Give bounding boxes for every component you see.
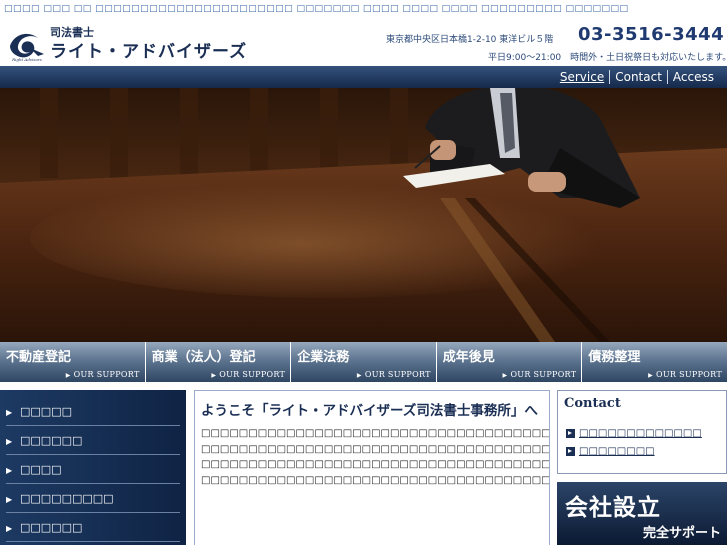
triangle-right-icon: ▶ <box>211 372 217 379</box>
triangle-right-icon: ▶ <box>356 372 362 379</box>
category-debt[interactable]: 債務整理 ▶ OUR SUPPORT <box>582 342 727 382</box>
main-content: ようこそ「ライト・アドバイザーズ司法書士事務所」へ □□□□□□□□□□□□□□… <box>194 390 550 545</box>
office-address: 東京都中央区日本橋1-2-10 東洋ビル５階 <box>386 35 554 45</box>
company-setup-banner[interactable]: 会社設立 完全サポート <box>557 482 727 545</box>
hero-image <box>0 88 727 342</box>
logo-tagline: Right Advisors <box>11 57 42 62</box>
contact-title: Contact <box>564 396 621 411</box>
contact-box: Contact □□□□□□□□□□□□□ □□□□□□□□ <box>557 390 727 474</box>
top-nav-bar: Service Contact Access <box>0 66 727 88</box>
category-sub: ▶ OUR SUPPORT <box>648 370 722 379</box>
category-sub: ▶ OUR SUPPORT <box>211 370 286 379</box>
arrow-box-icon <box>566 428 575 438</box>
category-sub: ▶ OUR SUPPORT <box>65 370 140 379</box>
contact-link[interactable]: □□□□□□□□□□□□□ <box>566 428 702 439</box>
body-paragraph: □□□□□□□□□□□□□□□□□□□□□□□□□□□□□□□□□□□□□□□□… <box>201 459 550 470</box>
triangle-right-icon: ▶ <box>65 372 71 379</box>
sidebar-item[interactable]: ▶ □□□□□□ <box>6 514 180 542</box>
sidebar-item[interactable]: ▶ □□□□□□ <box>6 427 180 455</box>
banner-subtitle: 完全サポート <box>642 526 721 541</box>
sidebar-item[interactable]: ▶ □□□□□ <box>6 398 180 426</box>
logo-name[interactable]: ライト・アドバイザーズ <box>50 37 247 62</box>
triangle-right-icon: ▶ <box>502 372 508 379</box>
category-title: 債務整理 <box>588 350 641 365</box>
body-paragraph: □□□□□□□□□□□□□□□□□□□□□□□□□□□□□□□□□□□□□□□□… <box>201 428 550 439</box>
body-paragraph: □□□□□□□□□□□□□□□□□□□□□□□□□□□□□□□□□□□□□□□□… <box>201 443 550 455</box>
category-menu: 不動産登記 ▶ OUR SUPPORT 商業（法人）登記 ▶ OUR SUPPORT… <box>0 342 727 382</box>
category-title: 不動産登記 <box>6 350 72 365</box>
sidebar-menu: ▶ □□□□□ ▶ □□□□□□ ▶ □□□□ ▶ □□□□□□□□□ ▶ □□□□□□ <box>0 390 186 545</box>
logo-wave-icon[interactable]: Right Advisors <box>8 26 46 62</box>
top-keyword-strip: □□□□ □□□ □□ □□□□□□□□□□□□□□□□□□□□□□ □□□□□… <box>4 4 629 14</box>
welcome-heading: ようこそ「ライト・アドバイザーズ司法書士事務所」へ <box>194 390 550 420</box>
category-title: 商業（法人）登記 <box>151 350 256 365</box>
arrow-box-icon <box>566 446 575 456</box>
nav-contact-link[interactable]: Contact <box>610 70 667 84</box>
category-title: 成年後見 <box>442 350 495 365</box>
triangle-right-icon: ▶ <box>6 495 13 504</box>
body-paragraph: □□□□□□□□□□□□□□□□□□□□□□□□□□□□□□□□□□□□□□□□… <box>201 474 550 486</box>
business-hours: 平日9:00～21:00 時間外・土日祝祭日も対応いたします。 <box>488 53 727 63</box>
welcome-body: □□□□□□□□□□□□□□□□□□□□□□□□□□□□□□□□□□□□□ □□□… <box>194 420 550 545</box>
hero-desk-illustration <box>0 88 727 342</box>
triangle-right-icon: ▶ <box>6 408 13 417</box>
sidebar-item[interactable]: ▶ □□□□□□□□□ <box>6 485 180 513</box>
category-corporate-law[interactable]: 企業法務 ▶ OUR SUPPORT <box>291 342 437 382</box>
category-commercial[interactable]: 商業（法人）登記 ▶ OUR SUPPORT <box>145 342 292 382</box>
category-title: 企業法務 <box>297 350 350 365</box>
top-nav: Service Contact Access <box>555 66 719 88</box>
sidebar-item[interactable]: ▶ □□□□ <box>6 456 180 484</box>
triangle-right-icon: ▶ <box>6 466 13 475</box>
triangle-right-icon: ▶ <box>6 524 13 533</box>
triangle-right-icon: ▶ <box>648 372 654 379</box>
category-real-estate[interactable]: 不動産登記 ▶ OUR SUPPORT <box>0 342 146 382</box>
category-sub: ▶ OUR SUPPORT <box>356 370 431 379</box>
contact-link[interactable]: □□□□□□□□ <box>566 446 655 457</box>
nav-access-link[interactable]: Access <box>668 70 719 84</box>
triangle-right-icon: ▶ <box>6 437 13 446</box>
category-sub: ▶ OUR SUPPORT <box>502 370 577 379</box>
banner-title: 会社設立 <box>565 495 661 521</box>
phone-number: 03-3516-3444 <box>578 24 725 45</box>
site-header: Right Advisors 司法書士 ライト・アドバイザーズ 東京都中央区日本… <box>0 18 727 66</box>
category-guardianship[interactable]: 成年後見 ▶ OUR SUPPORT <box>436 342 583 382</box>
nav-service-link[interactable]: Service <box>555 70 609 84</box>
